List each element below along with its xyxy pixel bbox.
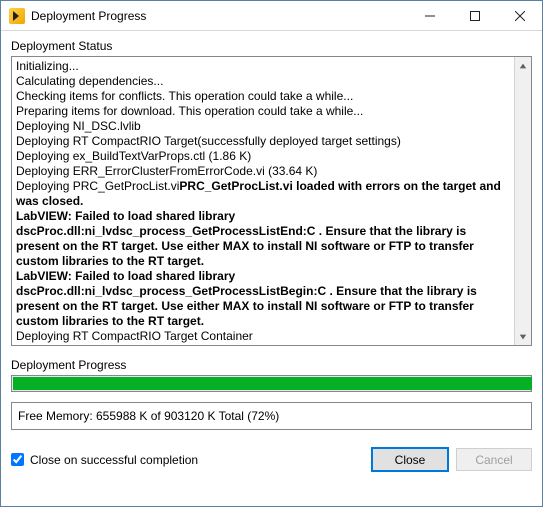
memory-status: Free Memory: 655988 K of 903120 K Total …	[11, 402, 532, 430]
close-window-button[interactable]	[497, 1, 542, 30]
progress-bar	[11, 375, 532, 392]
minimize-button[interactable]	[407, 1, 452, 30]
close-on-success-input[interactable]	[11, 453, 24, 466]
progress-label: Deployment Progress	[11, 358, 532, 372]
log-line: LabVIEW: Failed to load shared library d…	[16, 209, 510, 269]
titlebar: Deployment Progress	[1, 1, 542, 31]
log-line: Deploying ERR_ErrorClusterFromErrorCode.…	[16, 164, 510, 179]
log-line: Calculating dependencies...	[16, 74, 510, 89]
scroll-track[interactable]	[515, 74, 531, 328]
log-line: Deployment completed with errors	[16, 344, 510, 346]
log-line: Preparing items for download. This opera…	[16, 104, 510, 119]
close-button[interactable]: Close	[372, 448, 448, 471]
log-line: Checking items for conflicts. This opera…	[16, 89, 510, 104]
status-log: Initializing...Calculating dependencies.…	[11, 56, 532, 346]
cancel-button: Cancel	[456, 448, 532, 471]
status-label: Deployment Status	[11, 39, 532, 53]
scroll-down-icon[interactable]	[515, 328, 531, 345]
log-line: LabVIEW: Failed to load shared library d…	[16, 269, 510, 329]
status-log-text: Initializing...Calculating dependencies.…	[12, 57, 514, 346]
dialog-content: Deployment Status Initializing...Calcula…	[1, 31, 542, 481]
scrollbar[interactable]	[514, 57, 531, 345]
log-line: Deploying ex_BuildTextVarProps.ctl (1.86…	[16, 149, 510, 164]
footer-row: Close on successful completion Close Can…	[11, 448, 532, 471]
memory-text: Free Memory: 655988 K of 903120 K Total …	[18, 409, 279, 423]
checkbox-label: Close on successful completion	[30, 453, 198, 467]
window-title: Deployment Progress	[31, 9, 407, 23]
log-line: Deploying NI_DSC.lvlib	[16, 119, 510, 134]
progress-fill	[13, 377, 532, 390]
log-line: Deploying PRC_GetProcList.viPRC_GetProcL…	[16, 179, 510, 209]
scroll-up-icon[interactable]	[515, 57, 531, 74]
window-buttons	[407, 1, 542, 30]
app-icon	[9, 8, 25, 24]
log-line: Deploying RT CompactRIO Target Container	[16, 329, 510, 344]
log-line: Deploying RT CompactRIO Target(successfu…	[16, 134, 510, 149]
maximize-button[interactable]	[452, 1, 497, 30]
close-on-success-checkbox[interactable]: Close on successful completion	[11, 453, 198, 467]
log-line: Initializing...	[16, 59, 510, 74]
